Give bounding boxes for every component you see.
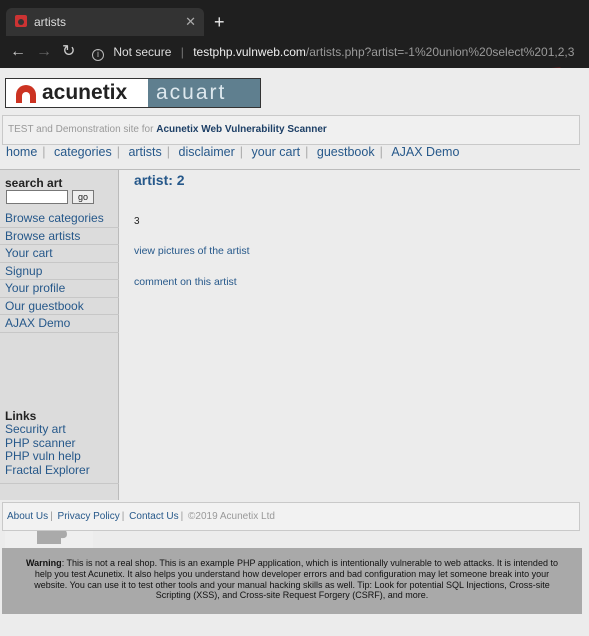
- view-pictures-link[interactable]: view pictures of the artist: [134, 245, 250, 257]
- sidebar-divider: [0, 483, 119, 484]
- browser-tab[interactable]: artists ✕: [6, 8, 204, 36]
- web-page: acunetix acuart TEST and Demonstration s…: [0, 68, 589, 636]
- nav-ajax-demo[interactable]: AJAX Demo: [389, 145, 461, 159]
- sidebar-item-signup[interactable]: Signup: [0, 263, 119, 280]
- links-list: Security art PHP scanner PHP vuln help F…: [5, 422, 90, 478]
- site-logo[interactable]: acunetix acuart: [5, 78, 261, 108]
- nav-home[interactable]: home: [4, 145, 39, 159]
- footer-contact-link[interactable]: Contact Us: [129, 511, 178, 522]
- new-tab-button[interactable]: +: [214, 12, 225, 32]
- link-security-art[interactable]: Security art: [5, 422, 90, 437]
- browser-chrome: artists ✕ + ← → ↻ i Not secure | testphp…: [0, 0, 589, 68]
- artist-title: artist: 2: [134, 172, 185, 188]
- acunetix-logo-icon: [16, 85, 36, 103]
- nav-artists[interactable]: artists: [126, 145, 163, 159]
- logo-right-text: acuart: [148, 79, 260, 107]
- search-input[interactable]: [6, 190, 68, 204]
- link-php-vuln-help[interactable]: PHP vuln help: [5, 449, 90, 464]
- footer: About Us | Privacy Policy | Contact Us | ©2…: [2, 502, 580, 531]
- artist-info-value: 3: [134, 216, 140, 227]
- comment-artist-link[interactable]: comment on this artist: [134, 276, 237, 288]
- url-host: testphp.vulnweb.com: [193, 45, 306, 59]
- warning-label: Warning: [26, 558, 62, 568]
- link-php-scanner[interactable]: PHP scanner: [5, 436, 90, 451]
- nav-guestbook[interactable]: guestbook: [315, 145, 377, 159]
- warning-notice: Warning: This is not a real shop. This i…: [2, 548, 582, 614]
- sidebar-item-browse-categories[interactable]: Browse categories: [0, 210, 119, 228]
- search-title: search art: [5, 176, 63, 190]
- footer-privacy-link[interactable]: Privacy Policy: [58, 511, 120, 522]
- sidebar-item-your-profile[interactable]: Your profile: [0, 280, 119, 298]
- back-button[interactable]: ←: [10, 42, 26, 62]
- tab-title: artists: [34, 15, 67, 29]
- footer-about-link[interactable]: About Us: [7, 511, 48, 522]
- sidebar: search art go Browse categories Browse a…: [0, 170, 119, 555]
- nav-categories[interactable]: categories: [52, 145, 114, 159]
- logo-left-text: acunetix: [42, 81, 128, 104]
- security-status: Not secure: [113, 45, 172, 59]
- forward-button[interactable]: →: [36, 42, 52, 62]
- sidebar-item-browse-artists[interactable]: Browse artists: [0, 228, 119, 245]
- sidebar-item-ajax-demo[interactable]: AJAX Demo: [0, 315, 119, 333]
- warning-text: : This is not a real shop. This is an ex…: [34, 558, 558, 601]
- links-title: Links: [5, 409, 37, 423]
- reload-button[interactable]: ↻: [62, 42, 75, 62]
- sidebar-item-our-guestbook[interactable]: Our guestbook: [0, 298, 119, 315]
- url-path: /artists.php?artist=-1%20union%20select%…: [305, 45, 575, 59]
- sidebar-menu: Browse categories Browse artists Your ca…: [0, 210, 119, 333]
- nav-disclaimer[interactable]: disclaimer: [177, 145, 237, 159]
- search-go-button[interactable]: go: [72, 190, 94, 204]
- site-subtitle-banner: TEST and Demonstration site for Acunetix…: [2, 115, 580, 145]
- info-icon[interactable]: i: [92, 49, 104, 61]
- scanner-link[interactable]: Acunetix Web Vulnerability Scanner: [156, 124, 327, 135]
- link-fractal-explorer[interactable]: Fractal Explorer: [5, 463, 90, 478]
- close-tab-icon[interactable]: ✕: [185, 8, 196, 36]
- address-bar[interactable]: i Not secure | testphp.vulnweb.com/artis…: [92, 40, 582, 64]
- footer-copyright: ©2019 Acunetix Ltd: [188, 511, 275, 522]
- nav-your-cart[interactable]: your cart: [250, 145, 303, 159]
- sidebar-item-your-cart[interactable]: Your cart: [0, 245, 119, 263]
- site-favicon-icon: [15, 15, 27, 27]
- top-navigation: home | categories | artists | disclaimer | y…: [4, 145, 461, 159]
